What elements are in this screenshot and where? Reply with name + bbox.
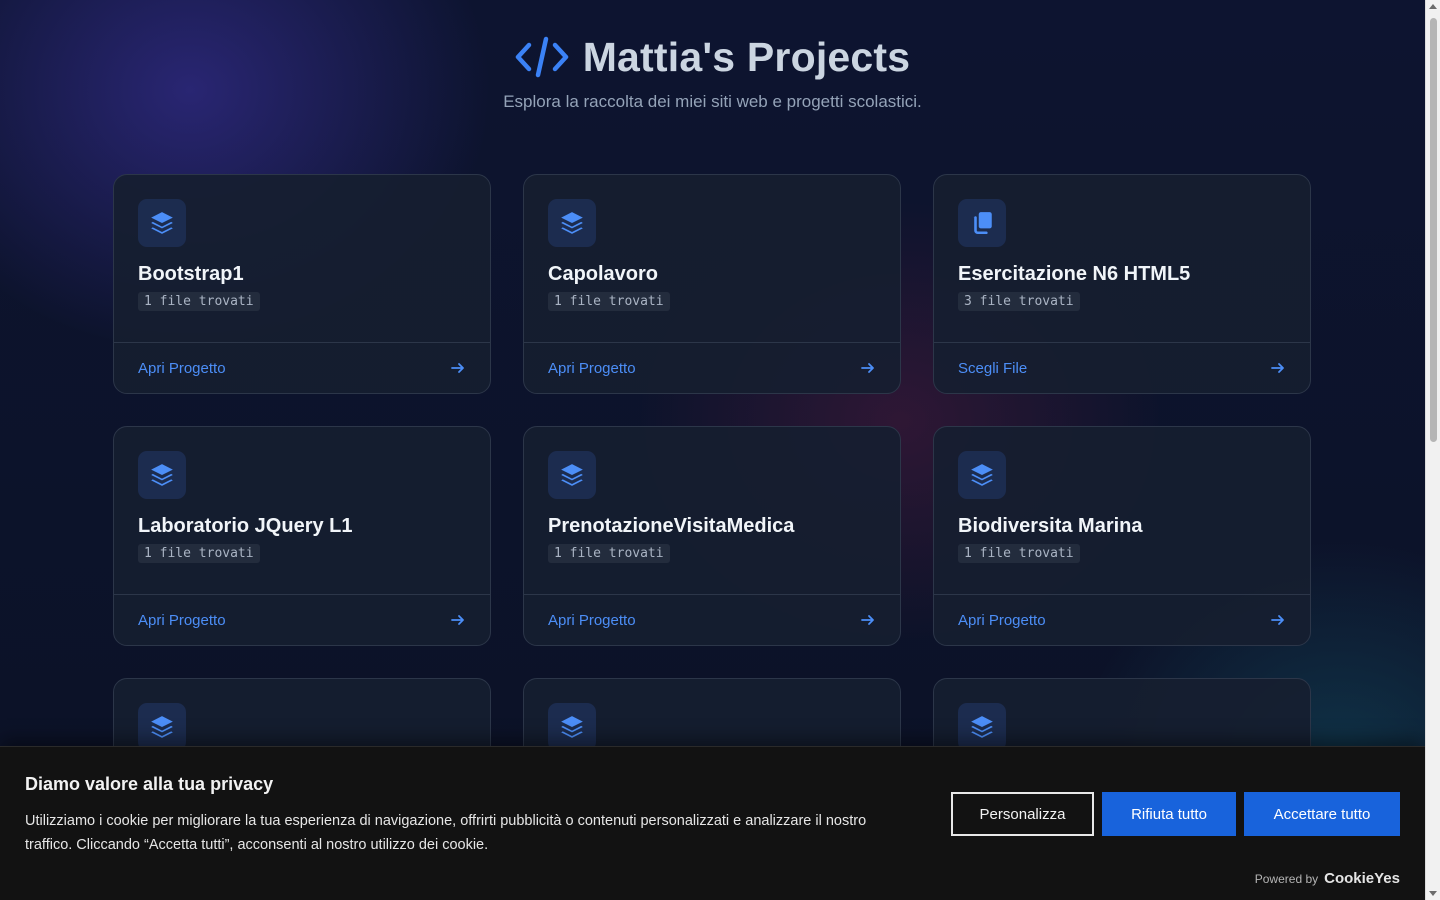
- copy-icon: [958, 199, 1006, 247]
- scrollbar-thumb[interactable]: [1430, 18, 1437, 442]
- open-project-link[interactable]: Apri Progetto: [548, 612, 636, 629]
- project-title: Laboratorio JQuery L1: [138, 515, 353, 537]
- project-card[interactable]: PrenotazioneVisitaMedica 1 file trovati …: [523, 426, 901, 646]
- choose-file-link[interactable]: Scegli File: [958, 360, 1027, 377]
- arrow-right-icon[interactable]: [1270, 360, 1286, 376]
- project-card[interactable]: Biodiversita Marina 1 file trovati Apri …: [933, 426, 1311, 646]
- arrow-right-icon[interactable]: [450, 360, 466, 376]
- cookie-banner: Diamo valore alla tua privacy Utilizziam…: [0, 746, 1425, 900]
- layers-icon: [548, 451, 596, 499]
- project-title: Bootstrap1: [138, 263, 244, 285]
- project-card[interactable]: Laboratorio JQuery L1 1 file trovati Apr…: [113, 426, 491, 646]
- project-title: Biodiversita Marina: [958, 515, 1143, 537]
- card-footer[interactable]: Apri Progetto: [114, 342, 490, 393]
- arrow-right-icon[interactable]: [1270, 612, 1286, 628]
- open-project-link[interactable]: Apri Progetto: [138, 612, 226, 629]
- file-count-badge: 1 file trovati: [138, 544, 260, 563]
- card-footer[interactable]: Apri Progetto: [524, 594, 900, 645]
- project-card[interactable]: Capolavoro 1 file trovati Apri Progetto: [523, 174, 901, 394]
- code-icon: [515, 36, 568, 78]
- arrow-right-icon[interactable]: [860, 612, 876, 628]
- arrow-right-icon[interactable]: [450, 612, 466, 628]
- reject-all-button[interactable]: Rifiuta tutto: [1102, 792, 1236, 836]
- card-footer[interactable]: Scegli File: [934, 342, 1310, 393]
- project-card[interactable]: Esercitazione N6 HTML5 3 file trovati Sc…: [933, 174, 1311, 394]
- open-project-link[interactable]: Apri Progetto: [958, 612, 1046, 629]
- project-card[interactable]: Bootstrap1 1 file trovati Apri Progetto: [113, 174, 491, 394]
- layers-icon: [958, 451, 1006, 499]
- scroll-down-icon[interactable]: [1429, 891, 1437, 896]
- customize-button[interactable]: Personalizza: [951, 792, 1094, 836]
- page-subtitle: Esplora la raccolta dei miei siti web e …: [503, 92, 922, 111]
- page-title: Mattia's Projects: [582, 33, 911, 80]
- powered-by-label: Powered by: [1254, 871, 1319, 886]
- cookieyes-logo[interactable]: CookieYes: [1324, 870, 1400, 887]
- project-title: Esercitazione N6 HTML5: [958, 263, 1191, 285]
- card-footer[interactable]: Apri Progetto: [934, 594, 1310, 645]
- layers-icon: [138, 451, 186, 499]
- layers-icon: [958, 703, 1006, 751]
- project-title: Capolavoro: [548, 263, 659, 285]
- layers-icon: [138, 703, 186, 751]
- card-footer[interactable]: Apri Progetto: [114, 594, 490, 645]
- open-project-link[interactable]: Apri Progetto: [138, 360, 226, 377]
- scroll-up-icon[interactable]: [1429, 4, 1437, 9]
- layers-icon: [138, 199, 186, 247]
- layers-icon: [548, 199, 596, 247]
- file-count-badge: 3 file trovati: [958, 292, 1080, 311]
- file-count-badge: 1 file trovati: [138, 292, 260, 311]
- file-count-badge: 1 file trovati: [548, 544, 670, 563]
- cookie-text: Utilizziamo i cookie per migliorare la t…: [25, 813, 867, 853]
- arrow-right-icon[interactable]: [860, 360, 876, 376]
- vertical-scrollbar[interactable]: [1425, 0, 1440, 900]
- layers-icon: [548, 703, 596, 751]
- accept-all-button[interactable]: Accettare tutto: [1244, 792, 1400, 836]
- file-count-badge: 1 file trovati: [958, 544, 1080, 563]
- file-count-badge: 1 file trovati: [548, 292, 670, 311]
- card-footer[interactable]: Apri Progetto: [524, 342, 900, 393]
- open-project-link[interactable]: Apri Progetto: [548, 360, 636, 377]
- cookie-title: Diamo valore alla tua privacy: [25, 774, 274, 794]
- title-row: Mattia's Projects: [0, 30, 1425, 84]
- powered-by[interactable]: Powered by CookieYes: [1255, 870, 1400, 887]
- page-header: Mattia's Projects Esplora la raccolta de…: [0, 30, 1425, 112]
- project-title: PrenotazioneVisitaMedica: [548, 515, 795, 537]
